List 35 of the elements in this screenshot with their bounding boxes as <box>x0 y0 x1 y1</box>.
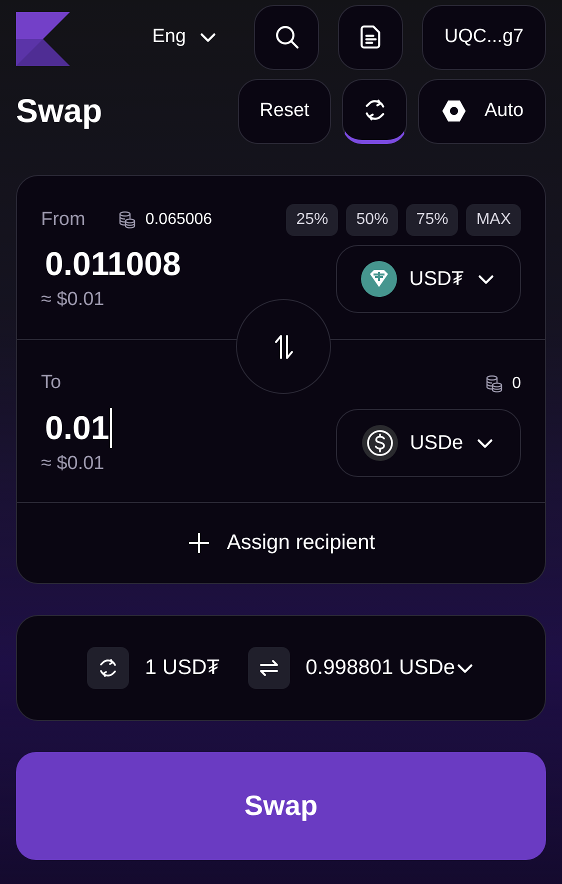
invert-rate-button[interactable] <box>248 647 290 689</box>
assign-recipient-button[interactable]: Assign recipient <box>17 503 545 583</box>
section-label: To <box>41 371 62 396</box>
token-selector[interactable]: USD₮ <box>336 245 521 314</box>
coins-icon <box>117 210 138 230</box>
page-title: Swap <box>16 91 102 132</box>
dollar-token-icon <box>362 424 398 461</box>
balance-value: 0.065006 <box>145 210 212 230</box>
tether-token-icon <box>361 261 398 298</box>
document-button[interactable] <box>338 4 403 70</box>
token-selector[interactable]: USDe <box>336 408 521 477</box>
reset-button[interactable]: Reset <box>238 78 331 144</box>
swap-button[interactable]: Swap <box>16 752 546 860</box>
logo-icon <box>16 12 70 66</box>
percent-button[interactable]: 50% <box>346 204 398 236</box>
usd-value: ≈ $0.01 <box>41 452 106 476</box>
language-selector[interactable]: Eng <box>152 22 218 52</box>
auto-mode-button[interactable]: Auto <box>418 78 546 144</box>
percent-button[interactable]: 25% <box>286 204 338 236</box>
coins-icon <box>484 374 504 394</box>
refresh-rate-button[interactable] <box>86 647 129 689</box>
section-label: From <box>41 208 86 232</box>
usd-value: ≈ $0.01 <box>41 288 106 312</box>
balance-value: 0 <box>512 374 521 394</box>
amount-field[interactable]: 0.011008 <box>41 244 336 284</box>
plus-icon <box>186 531 211 555</box>
rate-from: 1 USD₮ <box>144 655 220 682</box>
text-cursor <box>110 408 112 448</box>
amount-field[interactable]: 0.01 <box>41 408 336 448</box>
refresh-button[interactable] <box>342 78 407 144</box>
percent-button[interactable]: 75% <box>406 204 458 236</box>
search-button[interactable] <box>254 4 319 70</box>
rate-selector[interactable]: 0.998801 USDe <box>306 652 476 684</box>
wallet-button[interactable]: UQC...g7 <box>422 4 546 70</box>
percent-button[interactable]: MAX <box>466 204 521 236</box>
